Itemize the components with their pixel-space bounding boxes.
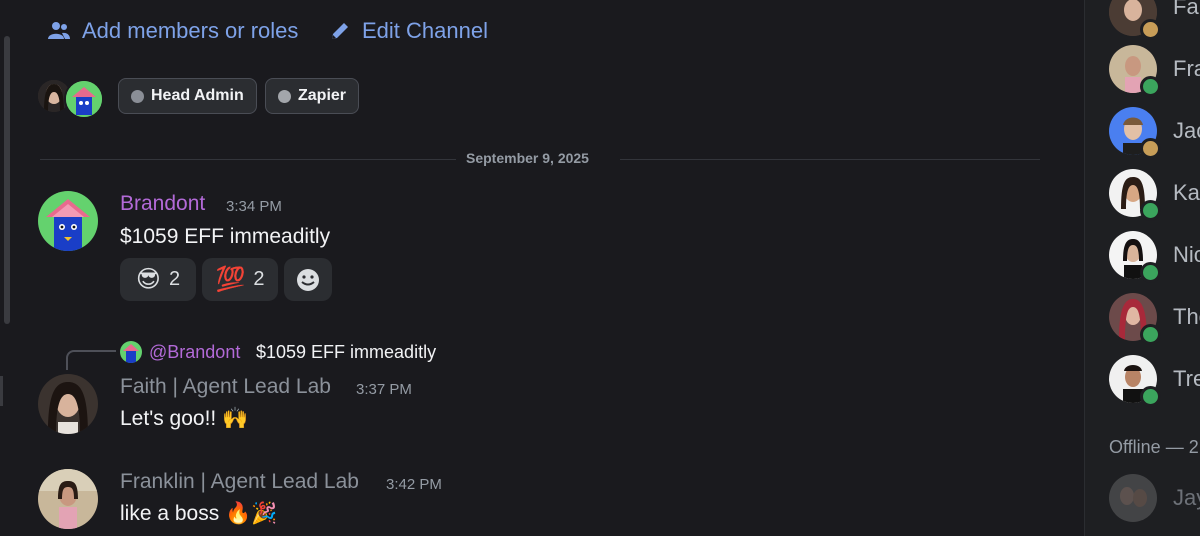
role-color-dot	[131, 89, 144, 103]
member-avatar	[1109, 474, 1157, 522]
reply-preview-text[interactable]: $1059 EFF immeaditly	[256, 342, 436, 363]
member-name: Jac	[1173, 118, 1200, 143]
offline-member-name: Jay	[1173, 485, 1200, 510]
sunglasses-emoji-icon: 😎	[135, 266, 161, 293]
franklin-avatar[interactable]	[38, 469, 98, 529]
message-timestamp: 3:34 PM	[226, 198, 282, 215]
role-label: Head Admin	[151, 87, 244, 104]
online-status-icon	[1140, 386, 1161, 407]
reply-connector	[66, 350, 116, 370]
member-item[interactable]	[1109, 169, 1161, 221]
member-list: Fai Fra Jac Kay Nic The	[1084, 0, 1200, 536]
online-status-icon	[1140, 76, 1161, 97]
chat-scrollbar[interactable]	[4, 36, 10, 324]
offline-section-header: Offline — 2	[1109, 437, 1199, 457]
online-status-icon	[1140, 324, 1161, 345]
scrollbar-track-marker	[0, 376, 3, 406]
add-reaction-icon	[297, 268, 319, 291]
online-status-icon	[1140, 200, 1161, 221]
member-name: Kay	[1173, 180, 1200, 205]
idle-status-icon	[1140, 19, 1161, 40]
date-divider-line	[620, 159, 1040, 160]
member-item[interactable]	[1109, 0, 1161, 40]
message-timestamp: 3:42 PM	[386, 476, 442, 493]
member-name: Nic	[1173, 242, 1200, 267]
date-divider-line	[40, 159, 456, 160]
message-author[interactable]: Faith | Agent Lead Lab	[120, 375, 331, 399]
reaction-hundred[interactable]: 💯 2	[202, 258, 278, 301]
member-item[interactable]	[1109, 293, 1161, 345]
member-name: Fai	[1173, 0, 1200, 19]
reaction-count: 2	[168, 268, 181, 290]
chat-panel: Add members or roles Edit Channel Head A…	[0, 0, 1084, 536]
brandont-avatar[interactable]	[38, 191, 98, 251]
message-author[interactable]: Brandont	[120, 192, 205, 216]
reaction-count: 2	[253, 268, 265, 290]
member-item[interactable]	[1109, 231, 1161, 283]
bot-avatar[interactable]	[64, 79, 104, 119]
message-text: Let's goo!! 🙌	[120, 407, 249, 430]
add-members-label: Add members or roles	[82, 18, 299, 43]
member-item[interactable]	[1109, 107, 1161, 159]
date-divider: September 9, 2025	[466, 150, 589, 166]
reply-mention[interactable]: @Brandont	[149, 342, 240, 363]
reaction-sunglasses[interactable]: 😎 2	[120, 258, 196, 301]
member-item[interactable]	[1109, 355, 1161, 407]
offline-member-item[interactable]	[1109, 474, 1157, 522]
message-text: like a boss 🔥🎉	[120, 502, 278, 525]
message-timestamp: 3:37 PM	[356, 381, 412, 398]
pencil-icon	[332, 23, 348, 39]
message-author[interactable]: Franklin | Agent Lead Lab	[120, 470, 359, 494]
member-name: Fra	[1173, 56, 1200, 81]
edit-channel-button[interactable]: Edit Channel	[330, 16, 488, 46]
reply-author-avatar[interactable]	[120, 341, 142, 363]
member-name: The	[1173, 304, 1200, 329]
role-color-dot	[278, 89, 291, 103]
add-reaction-button[interactable]	[284, 258, 332, 301]
role-label: Zapier	[298, 87, 347, 104]
role-head-admin[interactable]: Head Admin	[118, 78, 257, 114]
member-item[interactable]	[1109, 45, 1161, 97]
role-zapier[interactable]: Zapier	[265, 78, 360, 114]
hundred-emoji-icon: 💯	[215, 266, 246, 293]
add-members-button[interactable]: Add members or roles	[48, 16, 298, 46]
edit-channel-label: Edit Channel	[362, 18, 488, 43]
faith-avatar[interactable]	[38, 374, 98, 434]
online-status-icon	[1140, 262, 1161, 283]
idle-status-icon	[1140, 138, 1161, 159]
message-text: $1059 EFF immeaditly	[120, 225, 331, 248]
member-name: Tre	[1173, 366, 1200, 391]
add-members-icon	[48, 22, 70, 39]
